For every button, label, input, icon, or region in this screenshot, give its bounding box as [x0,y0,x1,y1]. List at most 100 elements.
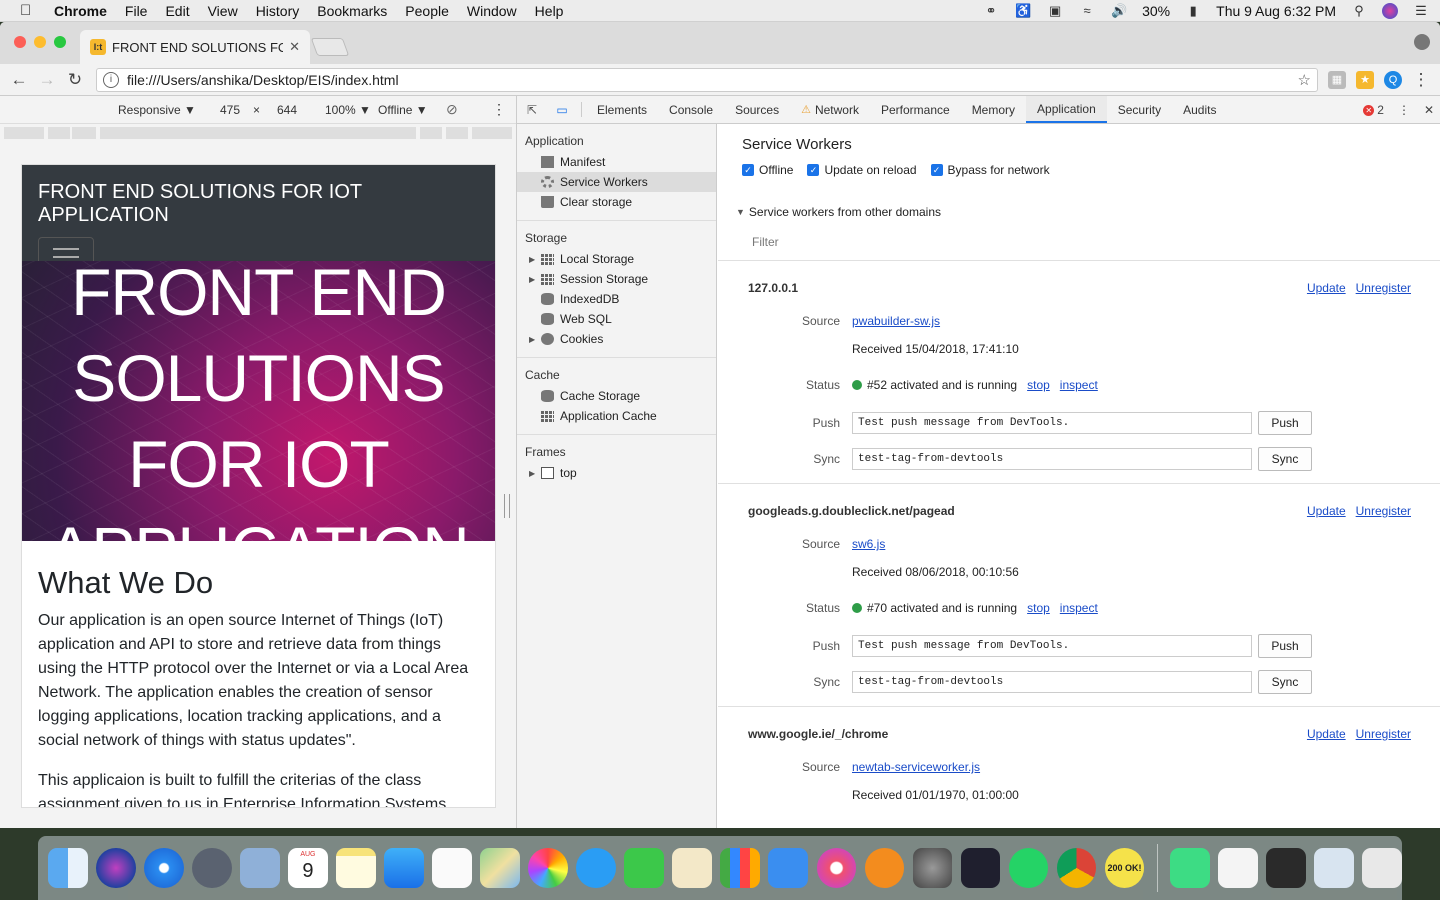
profile-icon[interactable] [1414,34,1430,50]
whatsapp-icon[interactable] [1008,848,1049,888]
back-arrow-icon[interactable]: ← [8,70,30,90]
sidebar-item-web-sql[interactable]: Web SQL [517,309,716,329]
photos-icon[interactable] [528,848,568,888]
minimize-window-button[interactable] [34,36,46,48]
sync-tag-input[interactable]: test-tag-from-devtools [852,448,1252,470]
viewport-resize-handle-right[interactable] [504,494,510,518]
site-brand[interactable]: FRONT END SOLUTIONS FOR IOT APPLICATION [38,181,479,227]
tab-console[interactable]: Console [658,96,724,123]
menu-edit[interactable]: Edit [165,3,189,19]
accessibility-icon[interactable]: ♿ [1014,4,1032,18]
sidebar-item-frame-top[interactable]: ▶ top [517,463,716,483]
numbers-icon[interactable] [720,848,760,888]
notification-center-icon[interactable]: ☰ [1412,4,1430,18]
sidebar-item-service-workers[interactable]: Service Workers [517,172,716,192]
vscode-icon[interactable] [960,848,1001,888]
update-link[interactable]: Update [1307,504,1346,518]
close-window-button[interactable] [14,36,26,48]
siri-icon[interactable] [1382,3,1398,19]
menubar-clock[interactable]: Thu 9 Aug 6:32 PM [1216,3,1336,19]
info-icon[interactable]: i [103,71,119,88]
sidebar-item-session-storage[interactable]: ▶ Session Storage [517,269,716,289]
sidebar-item-local-storage[interactable]: ▶ Local Storage [517,249,716,269]
inspect-element-icon[interactable]: ⇱ [517,96,547,123]
notes-icon[interactable] [336,848,376,888]
source-link[interactable]: newtab-serviceworker.js [852,760,980,774]
menu-file[interactable]: File [125,3,148,19]
inspect-link[interactable]: inspect [1060,378,1098,392]
rotate-icon[interactable]: ⊘ [446,101,458,118]
airplay-icon[interactable]: ▣ [1046,4,1064,18]
device-toggle-icon[interactable]: ▭ [547,96,577,123]
update-link[interactable]: Update [1307,281,1346,295]
update-on-reload-checkbox[interactable]: ✓ Update on reload [807,163,917,177]
devtools-menu-icon[interactable]: ⋮ [1398,103,1410,117]
device-more-icon[interactable]: ⋮ [492,101,506,118]
update-link[interactable]: Update [1307,727,1346,741]
address-bar[interactable]: i file:///Users/anshika/Desktop/EIS/inde… [96,67,1318,92]
push-message-input[interactable]: Test push message from DevTools. [852,412,1252,434]
push-button[interactable]: Push [1258,634,1312,658]
sidebar-item-cache-storage[interactable]: Cache Storage [517,386,716,406]
sticker-200-ok-icon[interactable]: 200 OK! [1104,848,1145,888]
menu-history[interactable]: History [256,3,300,19]
sync-tag-input[interactable]: test-tag-from-devtools [852,671,1252,693]
tab-network[interactable]: ⚠ Network [790,96,870,123]
zoom-window-button[interactable] [54,36,66,48]
bookmark-star-icon[interactable]: ☆ [1298,71,1311,89]
battery-icon[interactable]: ▮ [1184,4,1202,18]
system-preferences-icon[interactable] [912,848,953,888]
push-button[interactable]: Push [1258,411,1312,435]
bypass-for-network-checkbox[interactable]: ✓ Bypass for network [930,163,1050,177]
chrome-dock-icon[interactable] [1056,848,1097,888]
menu-bookmarks[interactable]: Bookmarks [317,3,387,19]
tab-audits[interactable]: Audits [1172,96,1227,123]
apple-menu-icon[interactable]:  [20,2,40,19]
reload-icon[interactable]: ↻ [64,70,86,90]
new-tab-button[interactable] [310,38,350,56]
expand-triangle-icon[interactable]: ▶ [529,255,539,264]
unregister-link[interactable]: Unregister [1356,504,1411,518]
sidebar-item-clear-storage[interactable]: Clear storage [517,192,716,212]
tab-memory[interactable]: Memory [961,96,1026,123]
unregister-link[interactable]: Unregister [1356,281,1411,295]
source-link[interactable]: sw6.js [852,537,885,551]
facetime-icon[interactable] [624,848,664,888]
unregister-link[interactable]: Unregister [1356,727,1411,741]
extension-chart-icon[interactable]: ▦ [1328,70,1346,89]
filter-input[interactable]: Filter [718,219,1440,261]
siri-dock-icon[interactable] [96,848,136,888]
calendar-icon[interactable]: AUG 9 [288,848,328,888]
terminal-stack-icon[interactable] [1266,848,1306,888]
menu-help[interactable]: Help [535,3,564,19]
media-query-bar[interactable] [0,124,516,142]
tab-performance[interactable]: Performance [870,96,961,123]
viewport-height-input[interactable]: 644 [277,103,297,117]
extension-q-icon[interactable]: Q [1384,70,1402,89]
ibooks-icon[interactable] [864,848,905,888]
zoom-select[interactable]: 100% ▼ [325,103,371,117]
safari-icon[interactable] [144,848,184,888]
launchpad-icon[interactable] [192,848,232,888]
push-message-input[interactable]: Test push message from DevTools. [852,635,1252,657]
sidebar-item-indexeddb[interactable]: IndexedDB [517,289,716,309]
document-stack-icon[interactable] [1218,848,1258,888]
expand-triangle-icon[interactable]: ▶ [529,335,539,344]
volume-icon[interactable]: 🔊 [1110,4,1128,18]
forward-arrow-icon[interactable]: → [36,70,58,90]
device-mode-select[interactable]: Responsive ▼ [118,103,196,117]
screenshot-stack-icon[interactable] [1314,848,1354,888]
expand-triangle-icon[interactable]: ▶ [529,275,539,284]
chrome-menu-icon[interactable]: ⋮ [1410,70,1432,90]
finder-icon[interactable] [48,848,88,888]
tab-elements[interactable]: Elements [586,96,658,123]
close-devtools-icon[interactable]: ✕ [1424,103,1434,117]
sidebar-item-manifest[interactable]: Manifest [517,152,716,172]
stop-link[interactable]: stop [1027,601,1050,615]
creative-cloud-icon[interactable]: ⚭ [982,4,1000,18]
tab-application[interactable]: Application [1026,96,1107,123]
trash-dock-icon[interactable] [1362,848,1402,888]
sidebar-item-application-cache[interactable]: Application Cache [517,406,716,426]
other-domains-toggle[interactable]: ▼ Service workers from other domains [718,177,1440,219]
close-tab-icon[interactable]: ✕ [289,39,300,55]
